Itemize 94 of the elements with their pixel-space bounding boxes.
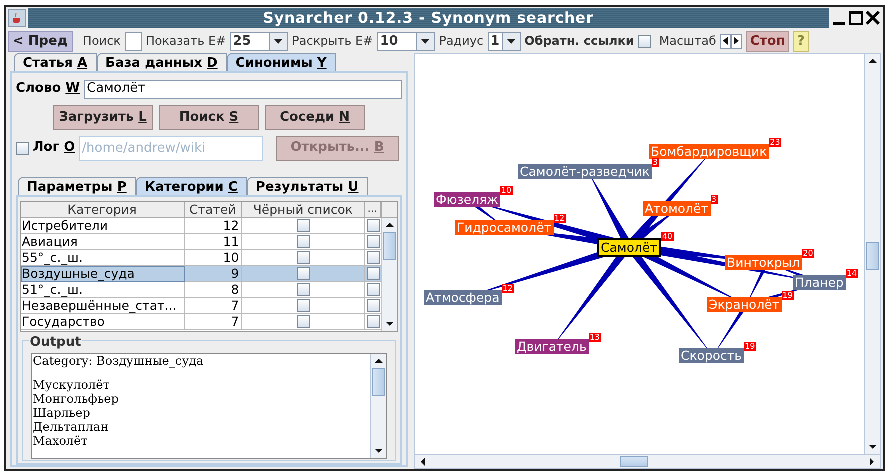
dropdown-caret-icon — [269, 32, 288, 50]
search-checkbox[interactable] — [124, 32, 142, 50]
dropdown-caret-icon — [416, 32, 434, 50]
graph-horizontal-scrollbar[interactable] — [415, 454, 880, 468]
close-icon[interactable] — [865, 10, 881, 26]
table-checkbox[interactable] — [366, 299, 380, 312]
count-badge: 20 — [802, 249, 814, 258]
table-checkbox[interactable] — [366, 219, 380, 232]
log-checkbox[interactable] — [16, 142, 29, 154]
count-badge: 3 — [652, 158, 660, 167]
action-button[interactable]: Поиск S — [159, 105, 259, 130]
table-checkbox[interactable] — [366, 283, 380, 296]
tab[interactable]: Параметры P — [18, 177, 136, 195]
scale-left-icon[interactable] — [720, 34, 732, 48]
expand-label: Раскрыть E# — [292, 33, 374, 50]
graph-node[interactable]: Фюзеляж — [434, 192, 500, 207]
blacklist-checkbox[interactable] — [296, 283, 310, 296]
output-line: Мускулолёт — [33, 378, 111, 392]
log-label: Лог O — [33, 139, 76, 158]
scroll-left-icon[interactable] — [419, 456, 427, 466]
blacklist-checkbox[interactable] — [296, 235, 310, 248]
radius-combo[interactable]: 1 — [488, 32, 521, 50]
table-checkbox[interactable] — [366, 315, 380, 328]
tab[interactable]: Статья A — [14, 53, 97, 71]
blacklist-checkbox[interactable] — [296, 251, 310, 264]
radius-label: Радиус — [439, 33, 484, 50]
graph-node[interactable]: Двигатель — [515, 339, 589, 354]
scrollbar-thumb[interactable] — [620, 456, 648, 467]
table-row[interactable]: Авиация 11 — [21, 234, 381, 250]
table-row[interactable]: 51°_с._ш. 8 — [21, 282, 381, 298]
previous-button[interactable]: < Пред — [8, 30, 73, 52]
graph-node[interactable]: Скорость — [679, 348, 744, 363]
table-cell: Государство — [21, 314, 185, 330]
table-cell: 55°_с._ш. — [21, 250, 185, 266]
backlinks-label: Обратн. ссылки — [524, 33, 634, 50]
search-label: Поиск — [82, 33, 121, 50]
graph-node[interactable]: Атмосфера — [424, 290, 502, 305]
tab[interactable]: Категории C — [136, 177, 247, 195]
count-badge: 10 — [500, 186, 513, 195]
output-line: Шарльер — [33, 406, 92, 420]
blacklist-checkbox[interactable] — [296, 219, 310, 232]
output-line: Дельтаплан — [33, 420, 110, 434]
count-badge: 14 — [846, 269, 858, 278]
word-input-field[interactable]: Самолёт — [84, 80, 402, 98]
window-title: Synarcher 0.12.3 - Synonym searcher — [28, 8, 829, 28]
action-button[interactable]: Загрузить L — [53, 105, 153, 130]
expand-combo[interactable]: 10 — [377, 32, 436, 50]
graph-node[interactable]: Планер — [793, 275, 846, 290]
tab[interactable]: Синонимы Y — [226, 53, 336, 71]
scroll-right-icon[interactable] — [868, 456, 876, 466]
table-row[interactable]: 55°_с._ш. 10 — [21, 250, 381, 266]
tab[interactable]: Результаты U — [246, 177, 368, 195]
tab[interactable]: База данных D — [96, 53, 227, 71]
blacklist-checkbox[interactable] — [296, 299, 310, 312]
table-row[interactable]: Незавершённые_стат... 7 — [21, 298, 381, 314]
table-scrollbar[interactable] — [381, 218, 397, 331]
graph-node[interactable]: Самолёт-разведчик — [518, 164, 652, 179]
output-line: Монгольфьер — [33, 392, 120, 406]
table-row[interactable]: Государство 7 — [21, 314, 381, 330]
show-label: Показать E# — [146, 33, 226, 50]
count-badge: 3 — [710, 195, 718, 204]
backlinks-checkbox[interactable] — [638, 34, 652, 48]
count-badge: 19 — [782, 291, 794, 300]
scrollbar-thumb[interactable] — [372, 368, 385, 396]
table-checkbox[interactable] — [366, 251, 380, 264]
table-checkbox[interactable] — [366, 267, 380, 280]
count-badge: 40 — [661, 232, 674, 241]
blacklist-checkbox[interactable] — [296, 267, 310, 280]
show-combo[interactable]: 25 — [230, 32, 288, 50]
count-badge: 13 — [588, 333, 601, 342]
table-cell: 7 — [184, 314, 242, 330]
table-checkbox[interactable] — [366, 235, 380, 248]
count-badge: 19 — [744, 342, 756, 351]
action-button[interactable]: Соседи N — [265, 105, 365, 130]
scale-right-icon[interactable] — [731, 34, 742, 48]
blacklist-checkbox[interactable] — [296, 315, 310, 328]
table-cell: Воздушные_суда — [21, 266, 185, 282]
count-badge: 23 — [769, 138, 782, 147]
output-line: Category: Воздушные_суда — [33, 354, 205, 368]
scrollbar-thumb[interactable] — [383, 232, 396, 260]
output-line: Махолёт — [33, 434, 89, 448]
scale-label: Масштаб — [659, 33, 716, 50]
table-row[interactable]: Воздушные_суда 9 — [21, 266, 381, 282]
count-badge: 12 — [554, 214, 566, 223]
dropdown-caret-icon — [502, 32, 520, 50]
word-label: Слово W — [16, 80, 80, 98]
graph-node[interactable]: Самолёт — [597, 238, 662, 257]
output-scrollbar[interactable] — [370, 354, 386, 458]
stop-button[interactable]: Стоп — [746, 30, 790, 52]
graph-vertical-scrollbar[interactable] — [864, 54, 880, 454]
table-row[interactable]: Истребители 12 — [21, 218, 381, 234]
maximize-icon[interactable] — [849, 11, 863, 25]
scrollbar-thumb[interactable] — [866, 242, 879, 270]
count-badge: 12 — [502, 284, 514, 293]
